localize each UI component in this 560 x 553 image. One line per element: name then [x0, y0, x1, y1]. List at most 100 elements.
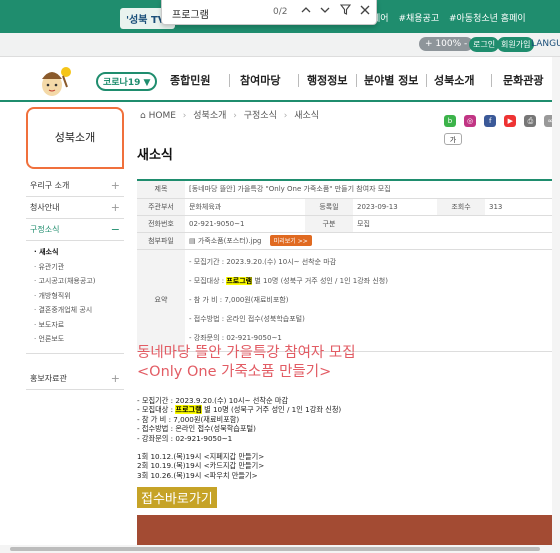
nav-civil-service[interactable]: 종합민원	[170, 72, 210, 88]
hashtag-links: 에어 #채용공고 #아동청소년 홈페이	[372, 11, 533, 24]
nav-participation[interactable]: 참여마당	[240, 72, 280, 88]
body-line: - 접수방법 : 온라인 접수(성북학습포털)	[137, 424, 256, 434]
session-line: 2회 10.19.(목)19시 <카드지갑 만들기>	[137, 461, 265, 471]
nav-administration[interactable]: 행정정보	[307, 72, 347, 88]
phone-value: 02-921-9050~1	[185, 215, 305, 233]
join-button[interactable]: 회원가입	[497, 37, 535, 52]
submenu-item-open-positions[interactable]: · 개방형직위	[34, 289, 124, 304]
home-icon[interactable]: ⌂	[140, 111, 146, 121]
file-label: 첨부파일	[137, 232, 185, 250]
corona19-dropdown[interactable]: 코로나19 ▼	[96, 72, 158, 91]
submenu-item-agencies[interactable]: · 유관기관	[34, 260, 124, 275]
breadcrumb-current: 새소식	[294, 111, 320, 121]
sidebar-item-label: 우리구 소개	[30, 181, 70, 190]
hashtag-jobs[interactable]: #채용공고	[398, 14, 439, 24]
search-highlight: 프로그램	[226, 276, 253, 285]
title-label: 제목	[137, 181, 185, 199]
summary-label: 요약	[137, 249, 185, 352]
type-label: 구분	[305, 215, 353, 233]
youtube-icon[interactable]: ▶	[504, 115, 517, 127]
sidebar-title: 성북소개	[26, 107, 124, 169]
expand-icon[interactable]: +	[111, 197, 120, 219]
summary-line: - 모집대상 : 프로그램 별 10명 (성북구 거주 성인 / 1인 1강좌 …	[189, 276, 388, 285]
sidebar-item-news[interactable]: 구정소식 −	[26, 219, 124, 241]
body-line: - 모집대상 : 프로그램 별 10명 (성북구 거주 성인 / 1인 1강좌 …	[137, 405, 342, 415]
blog-icon[interactable]: b	[444, 115, 456, 127]
body-line: - 모집기간 : 2023.9.20.(수) 10시~ 선착순 마감	[137, 396, 289, 405]
nav-divider	[491, 74, 492, 87]
submenu-item-notices[interactable]: · 고시공고(채용공고)	[34, 274, 124, 289]
sidebar-item-about[interactable]: 우리구 소개 +	[26, 175, 124, 197]
language-selector[interactable]: LANGU	[531, 39, 560, 49]
scrollbar-thumb[interactable]	[10, 547, 540, 551]
instagram-icon[interactable]: ◎	[464, 115, 477, 127]
session-line: 3회 10.26.(목)19시 <파우치 만들기>	[137, 470, 258, 480]
facebook-icon[interactable]: f	[484, 115, 497, 127]
expand-icon[interactable]: +	[111, 368, 120, 390]
submenu-item-marriage-agency[interactable]: · 결혼중개업체 공시	[34, 303, 124, 318]
breadcrumb-about[interactable]: 성북소개	[193, 111, 226, 121]
file-icon: ▤	[189, 237, 196, 245]
session-line: 1회 10.12.(목)19시 <지폐지갑 만들기>	[137, 452, 265, 462]
sidebar-submenu: · 새소식 · 유관기관 · 고시공고(채용공고) · 개방형직위 · 결혼중개…	[26, 241, 124, 354]
title-value: [동네마당 뜰안] 가을특강 "Only One 가죽소품" 만들기 참여자 모…	[185, 181, 560, 199]
collapse-icon[interactable]: −	[111, 219, 120, 241]
nav-divider	[356, 74, 357, 87]
page-title: 새소식	[137, 148, 173, 163]
table-row: 주관부서 문화체육과 등록일 2023-09-13 조회수 313	[137, 198, 560, 216]
nav-divider	[298, 74, 299, 87]
filter-icon[interactable]	[337, 4, 353, 20]
submenu-item-news[interactable]: · 새소식	[34, 245, 124, 260]
summary-line: - 접수방법 : 온라인 접수(성북학습포털)	[189, 314, 305, 323]
zoom-control[interactable]: + 100% -	[419, 37, 474, 51]
dept-value: 문화체육과	[185, 198, 305, 216]
find-in-page-bar: 프로그램 0/2	[161, 0, 377, 25]
submenu-item-media[interactable]: · 언론보도	[34, 332, 124, 347]
table-row: 전화번호 02-921-9050~1 구분 모집	[137, 215, 560, 233]
breadcrumb-separator: ›	[182, 111, 187, 121]
apply-link[interactable]: 접수바로가기	[137, 487, 217, 508]
print-icon[interactable]: ⎙	[524, 115, 537, 127]
login-button[interactable]: 로그인	[469, 37, 500, 52]
nav-culture-tourism[interactable]: 문화관광	[503, 72, 543, 88]
headline-line: 동네마당 뜰안 가을특강 참여자 모집	[137, 345, 356, 361]
nav-about-seongbuk[interactable]: 성북소개	[434, 72, 474, 88]
find-previous-icon[interactable]	[298, 4, 314, 20]
vertical-scrollbar[interactable]	[552, 57, 560, 553]
share-icons: b ◎ f ▶ ⎙ ∞ 가	[444, 108, 560, 146]
page: '성북 TV' 에어 #채용공고 #아동청소년 홈페이 프로그램 0/2 + 1…	[0, 0, 560, 553]
mascot-logo[interactable]	[36, 61, 76, 101]
body-line: - 강좌문의 : 02-921-9050~1	[137, 433, 233, 443]
views-value: 313	[485, 198, 560, 216]
summary-line: - 모집기간 : 2023.9.20.(수) 10시~ 선착순 마감	[189, 257, 337, 266]
post-info-table: 제목 [동네마당 뜰안] 가을특강 "Only One 가죽소품" 만들기 참여…	[137, 181, 560, 352]
find-input[interactable]: 프로그램	[172, 6, 209, 21]
summary-line: - 참 가 비 : 7,000원(재료비포함)	[189, 295, 289, 304]
nav-divider	[426, 74, 427, 87]
breadcrumb-home[interactable]: HOME	[149, 111, 176, 121]
sidebar-item-label: 청사안내	[30, 203, 60, 212]
nav-field-info[interactable]: 분야별 정보	[364, 72, 418, 88]
font-size-icon[interactable]: 가	[444, 133, 462, 145]
close-icon[interactable]	[357, 4, 373, 20]
expand-icon[interactable]: +	[111, 175, 120, 197]
nav-divider	[229, 74, 230, 87]
hashtag-youth[interactable]: #아동청소년 홈페이	[449, 14, 526, 24]
date-label: 등록일	[305, 198, 353, 216]
horizontal-scrollbar[interactable]	[0, 545, 552, 553]
sidebar-item-pr[interactable]: 홍보자료관 +	[26, 368, 124, 390]
post-headline: 동네마당 뜰안 가을특강 참여자 모집 <Only One 가죽소품 만들기>	[137, 344, 356, 382]
preview-button[interactable]: 미리보기 >>	[269, 235, 312, 246]
sidebar-item-label: 홍보자료관	[30, 373, 67, 383]
phone-label: 전화번호	[137, 215, 185, 233]
table-row: 제목 [동네마당 뜰안] 가을특강 "Only One 가죽소품" 만들기 참여…	[137, 181, 560, 199]
utility-bar: + 100% - 로그인 회원가입 LANGU	[0, 33, 560, 57]
left-sidebar: 성북소개 우리구 소개 + 청사안내 + 구정소식 − · 새소식 · 유관기관…	[26, 107, 124, 390]
submenu-item-press[interactable]: · 보도자료	[34, 318, 124, 333]
search-highlight: 프로그램	[175, 405, 202, 415]
sidebar-item-office[interactable]: 청사안내 +	[26, 197, 124, 219]
find-next-icon[interactable]	[317, 4, 333, 20]
file-link[interactable]: 가죽소품(포스터).jpg	[198, 237, 262, 245]
breadcrumb: ⌂ HOME › 성북소개 › 구정소식 › 새소식	[140, 108, 319, 121]
breadcrumb-news-group[interactable]: 구정소식	[244, 111, 277, 121]
